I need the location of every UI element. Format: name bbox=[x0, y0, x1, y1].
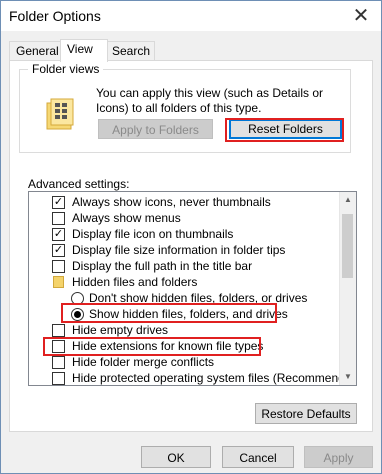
checkbox[interactable] bbox=[52, 260, 65, 273]
restore-defaults-button[interactable]: Restore Defaults bbox=[255, 403, 357, 424]
folder-icon bbox=[53, 276, 64, 288]
checkbox[interactable] bbox=[52, 356, 65, 369]
title-bar: Folder Options ✕ bbox=[1, 1, 381, 31]
tab-general[interactable]: General bbox=[9, 41, 67, 61]
highlight-box-hide-extensions bbox=[43, 337, 261, 356]
highlight-box-reset-folders bbox=[225, 118, 344, 142]
apply-to-folders-button[interactable]: Apply to Folders bbox=[98, 119, 213, 139]
ok-button[interactable]: OK bbox=[141, 446, 211, 468]
window-title: Folder Options bbox=[9, 8, 101, 24]
advanced-settings-list[interactable]: ✓ Always show icons, never thumbnails Al… bbox=[28, 191, 357, 386]
checkbox[interactable] bbox=[52, 324, 65, 337]
scroll-down-arrow-icon[interactable]: ▼ bbox=[340, 369, 356, 385]
checkbox[interactable] bbox=[52, 212, 65, 225]
advanced-settings-label: Advanced settings: bbox=[28, 177, 130, 191]
highlight-box-show-hidden bbox=[61, 303, 277, 323]
cancel-button[interactable]: Cancel bbox=[222, 446, 294, 468]
folder-views-legend: Folder views bbox=[28, 62, 104, 76]
close-button[interactable]: ✕ bbox=[347, 3, 375, 29]
folder-options-window: Folder Options ✕ General View Search Fol… bbox=[0, 0, 382, 474]
scroll-thumb[interactable] bbox=[342, 214, 353, 278]
checkbox-checked[interactable]: ✓ bbox=[52, 196, 65, 209]
folder-views-description: You can apply this view (such as Details… bbox=[96, 86, 324, 115]
vertical-scrollbar[interactable]: ▲ ▼ bbox=[339, 192, 356, 385]
checkbox-checked[interactable]: ✓ bbox=[52, 228, 65, 241]
apply-button[interactable]: Apply bbox=[304, 446, 373, 468]
tab-search[interactable]: Search bbox=[105, 41, 155, 61]
folder-icon bbox=[45, 97, 75, 134]
tab-view[interactable]: View bbox=[60, 39, 108, 62]
checkbox[interactable] bbox=[52, 372, 65, 385]
scroll-up-arrow-icon[interactable]: ▲ bbox=[340, 192, 356, 208]
checkbox-checked[interactable]: ✓ bbox=[52, 244, 65, 257]
